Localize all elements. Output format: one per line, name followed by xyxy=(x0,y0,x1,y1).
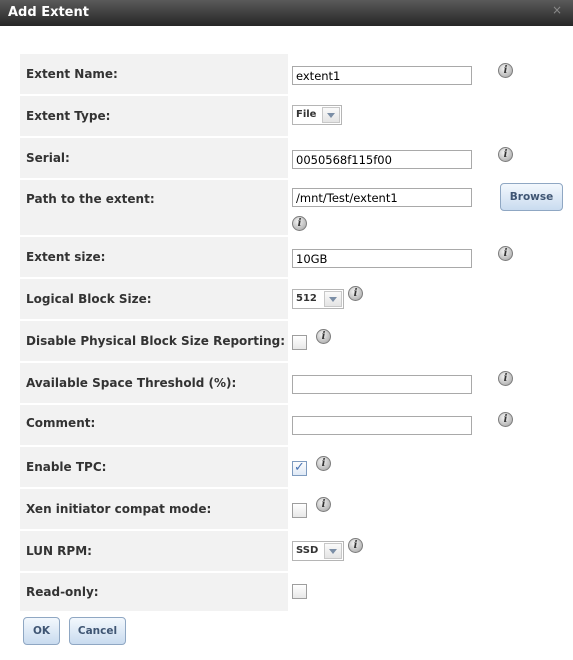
info-icon[interactable]: i xyxy=(498,147,513,162)
extent-type-value: File xyxy=(296,109,317,120)
logical-block-size-label: Logical Block Size: xyxy=(26,292,152,306)
row-path: Path to the extent: Browse i xyxy=(20,180,573,235)
available-space-threshold-input[interactable] xyxy=(292,375,472,394)
row-extent-name: Extent Name: i xyxy=(20,54,573,94)
row-serial: Serial: i xyxy=(20,138,573,178)
extent-type-select[interactable]: File xyxy=(292,105,342,125)
extent-size-label: Extent size: xyxy=(26,250,106,264)
comment-label: Comment: xyxy=(26,416,96,430)
lun-rpm-label: LUN RPM: xyxy=(26,544,92,558)
row-comment: Comment: i xyxy=(20,405,573,445)
cancel-button[interactable]: Cancel xyxy=(69,617,126,645)
extent-size-input[interactable] xyxy=(292,249,472,268)
close-icon[interactable]: × xyxy=(550,3,564,17)
path-input[interactable] xyxy=(292,188,472,207)
disable-physical-block-label: Disable Physical Block Size Reporting: xyxy=(26,334,285,348)
ok-button[interactable]: OK xyxy=(23,617,60,645)
info-icon[interactable]: i xyxy=(316,497,331,512)
chevron-down-icon xyxy=(324,543,342,559)
enable-tpc-label: Enable TPC: xyxy=(26,460,107,474)
path-label: Path to the extent: xyxy=(26,192,155,206)
row-disable-physical-block: Disable Physical Block Size Reporting: i xyxy=(20,321,573,361)
extent-name-input[interactable] xyxy=(292,66,472,85)
disable-physical-block-checkbox[interactable] xyxy=(292,335,307,350)
read-only-checkbox[interactable] xyxy=(292,584,307,599)
lun-rpm-value: SSD xyxy=(296,545,319,556)
checkmark-icon: ✓ xyxy=(294,460,305,475)
xen-compat-checkbox[interactable] xyxy=(292,503,307,518)
dialog-body: Extent Name: i Extent Type: File Serial:… xyxy=(0,26,573,660)
logical-block-size-select[interactable]: 512 xyxy=(292,289,344,309)
serial-input[interactable] xyxy=(292,150,472,169)
serial-label: Serial: xyxy=(26,151,70,165)
extent-name-label: Extent Name: xyxy=(26,67,118,81)
info-icon[interactable]: i xyxy=(498,63,513,78)
row-logical-block-size: Logical Block Size: 512 i xyxy=(20,279,573,319)
logical-block-size-value: 512 xyxy=(296,293,317,304)
info-icon[interactable]: i xyxy=(348,538,363,553)
info-icon[interactable]: i xyxy=(316,329,331,344)
row-extent-size: Extent size: i xyxy=(20,237,573,277)
row-read-only: Read-only: xyxy=(20,573,573,611)
row-extent-type: Extent Type: File xyxy=(20,96,573,136)
extent-type-label: Extent Type: xyxy=(26,109,111,123)
row-enable-tpc: Enable TPC: ✓ i xyxy=(20,447,573,487)
info-icon[interactable]: i xyxy=(292,216,307,231)
info-icon[interactable]: i xyxy=(348,286,363,301)
lun-rpm-select[interactable]: SSD xyxy=(292,541,344,561)
info-icon[interactable]: i xyxy=(498,412,513,427)
enable-tpc-checkbox[interactable]: ✓ xyxy=(292,460,307,476)
dialog-titlebar: Add Extent × xyxy=(0,0,573,26)
row-xen-compat: Xen initiator compat mode: i xyxy=(20,489,573,529)
chevron-down-icon xyxy=(324,291,342,307)
available-space-threshold-label: Available Space Threshold (%): xyxy=(26,376,237,390)
chevron-down-icon xyxy=(322,107,340,123)
info-icon[interactable]: i xyxy=(316,456,331,471)
info-icon[interactable]: i xyxy=(498,246,513,261)
browse-button[interactable]: Browse xyxy=(500,183,563,211)
comment-input[interactable] xyxy=(292,416,472,435)
xen-compat-label: Xen initiator compat mode: xyxy=(26,502,212,516)
row-available-space-threshold: Available Space Threshold (%): i xyxy=(20,363,573,403)
info-icon[interactable]: i xyxy=(498,371,513,386)
dialog-title: Add Extent xyxy=(8,5,89,20)
read-only-label: Read-only: xyxy=(26,585,99,599)
row-lun-rpm: LUN RPM: SSD i xyxy=(20,531,573,571)
